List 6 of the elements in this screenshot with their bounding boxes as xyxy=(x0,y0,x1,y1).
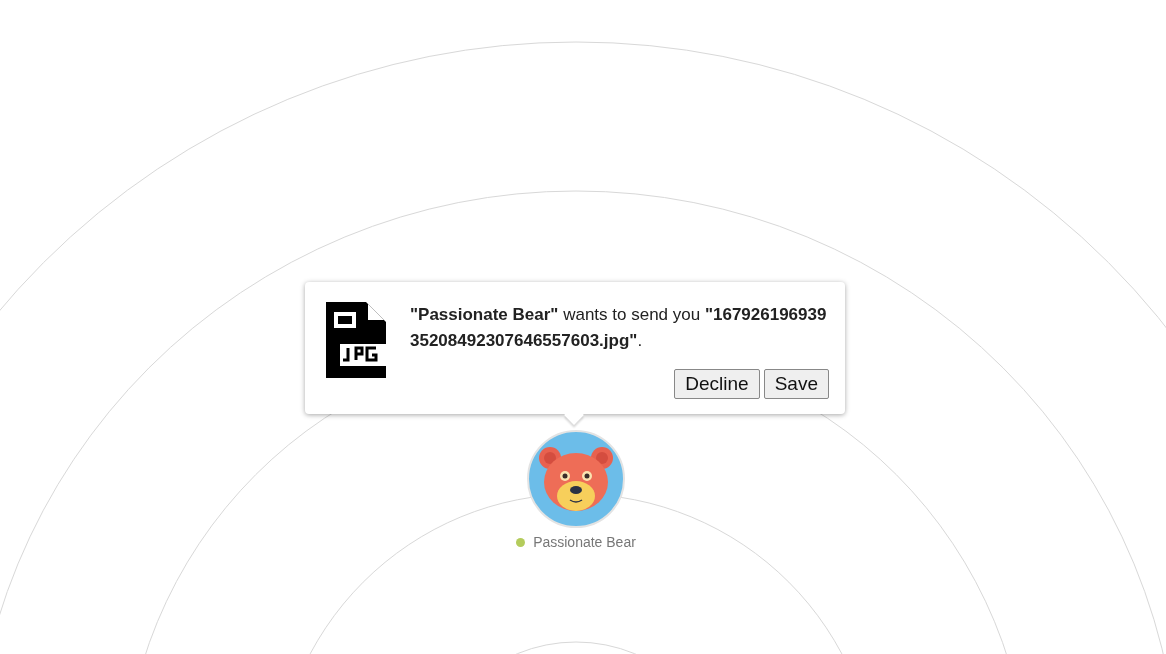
file-request-message: "Passionate Bear" wants to send you "16792619693935208492307646557603.jpg". xyxy=(410,304,828,352)
dialog-button[interactable]: Decline xyxy=(674,369,760,399)
dialog-button[interactable]: Save xyxy=(763,369,829,399)
bear-icon xyxy=(538,446,614,512)
peer-name: Passionate Bear xyxy=(533,533,636,552)
jpg-file-icon xyxy=(326,302,386,378)
